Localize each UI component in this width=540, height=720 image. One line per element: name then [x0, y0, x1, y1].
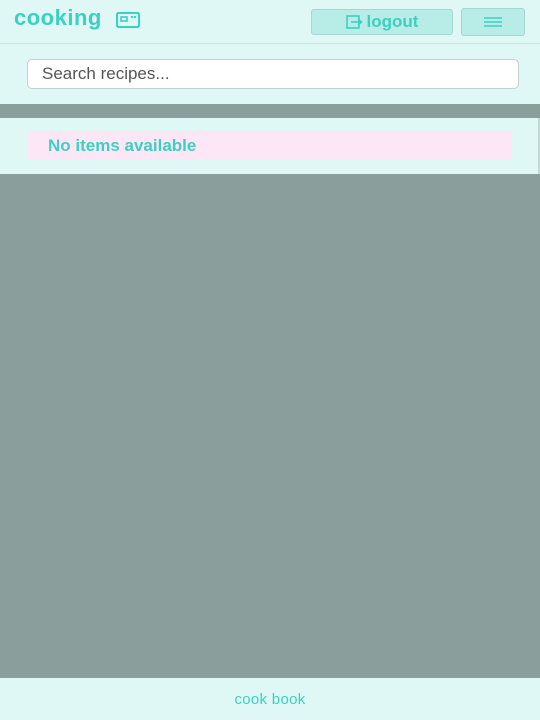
recipe-list: No items available: [0, 118, 540, 174]
logout-icon: [345, 15, 363, 29]
menu-toggle-button[interactable]: [461, 8, 525, 36]
oven-icon: [115, 11, 140, 28]
search-input[interactable]: [27, 59, 519, 89]
logout-label: logout: [366, 12, 419, 31]
divider-band: [0, 104, 540, 118]
top-navbar: cooking logout: [0, 0, 540, 44]
footer: cook book: [0, 678, 540, 720]
empty-state-message: No items available: [28, 132, 512, 160]
app-title: cooking: [14, 5, 102, 30]
hamburger-menu-icon: [484, 17, 502, 27]
logout-button[interactable]: logout: [311, 9, 453, 35]
app-page: cooking logout Search recipes... No item…: [0, 0, 540, 720]
brand[interactable]: cooking: [14, 6, 140, 30]
search-bar: [0, 44, 540, 104]
footer-text: cook book: [234, 690, 306, 708]
